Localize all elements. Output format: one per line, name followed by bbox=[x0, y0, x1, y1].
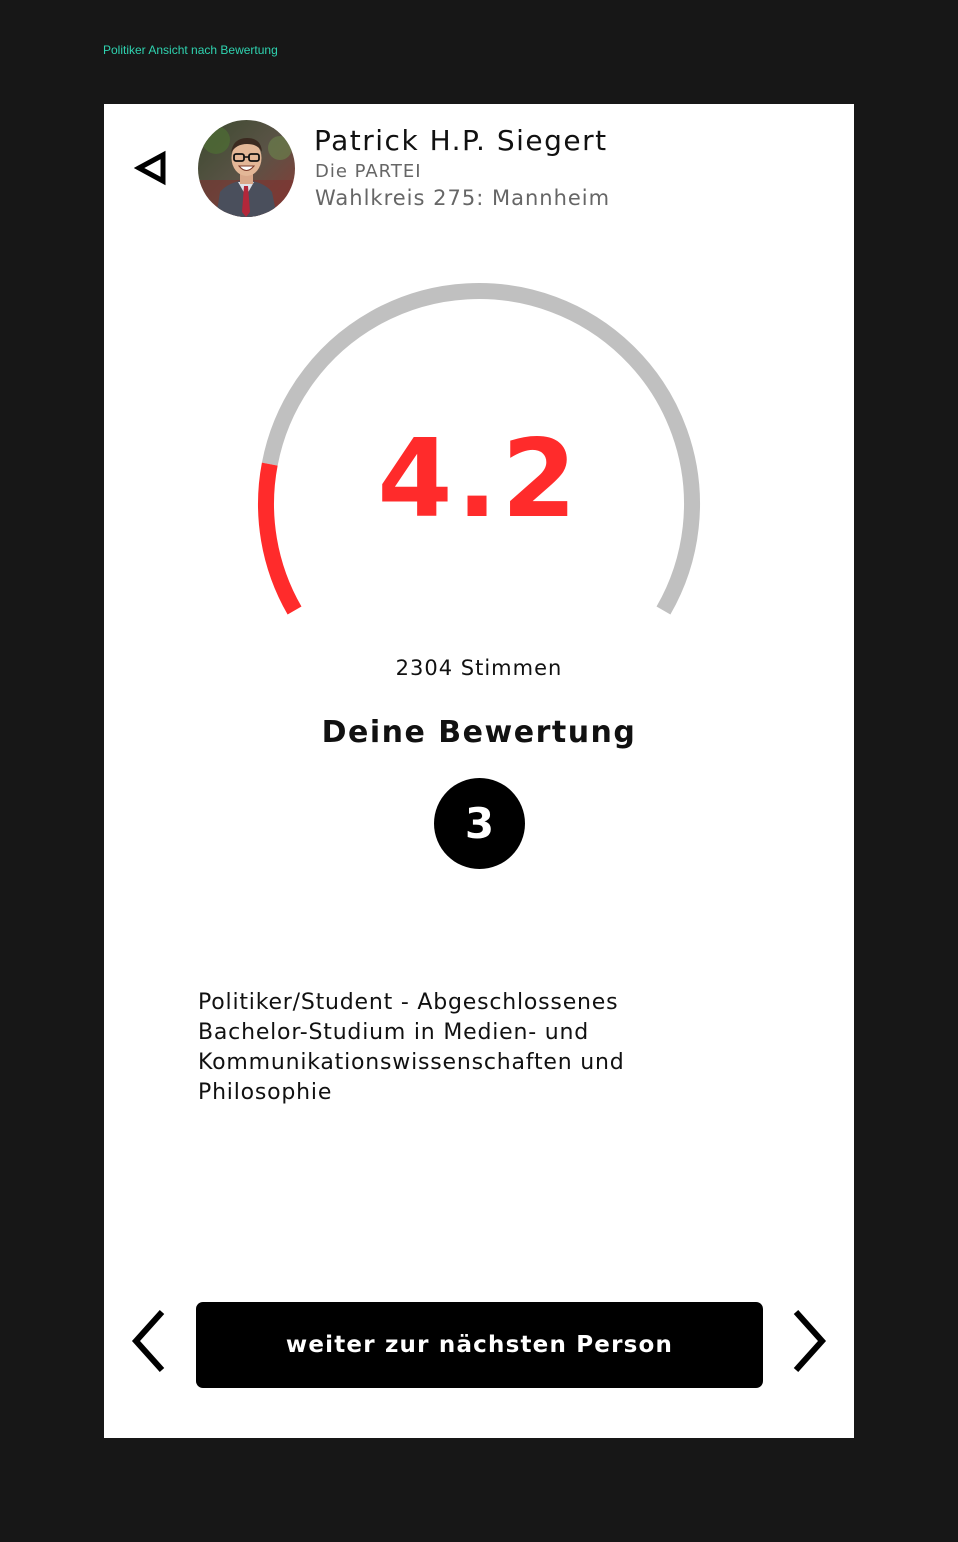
artboard-label: Politiker Ansicht nach Bewertung bbox=[103, 43, 278, 57]
your-rating-title: Deine Bewertung bbox=[321, 715, 637, 750]
next-person-button[interactable]: weiter zur nächsten Person bbox=[196, 1302, 763, 1388]
average-score: 4.2 bbox=[377, 417, 581, 542]
politician-bio: Politiker/Student - Abgeschlossenes Bach… bbox=[198, 990, 625, 1105]
previous-person-button[interactable] bbox=[128, 1306, 172, 1376]
next-person-arrow[interactable] bbox=[786, 1306, 830, 1376]
chevron-right-icon bbox=[793, 1309, 827, 1373]
politician-screen: Patrick H.P. Siegert Die PARTEI Wahlkrei… bbox=[104, 104, 854, 1438]
your-rating-badge[interactable]: 3 bbox=[434, 778, 525, 869]
rating-gauge bbox=[258, 283, 700, 615]
vote-count: 2304 Stimmen bbox=[395, 656, 563, 680]
chevron-left-icon bbox=[131, 1309, 165, 1373]
